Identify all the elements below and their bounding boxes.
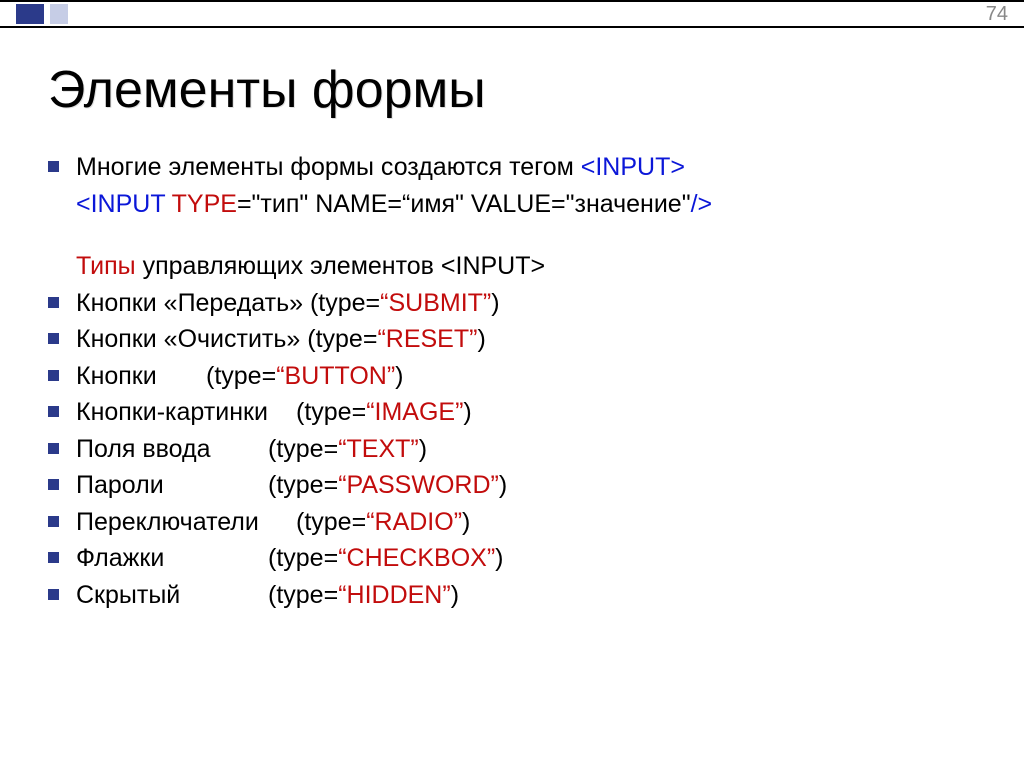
type-value: “SUBMIT” xyxy=(380,289,491,317)
accent-block-light xyxy=(50,4,68,24)
accent-block-dark xyxy=(16,4,44,24)
type-row-radio: Переключатели(type=“RADIO”) xyxy=(48,505,984,540)
type-value: “CHECKBOX” xyxy=(338,544,495,572)
section-label-pre: Типы xyxy=(76,252,136,280)
code-type-val: ="тип" xyxy=(237,190,315,218)
type-attr: (type= xyxy=(307,325,377,353)
type-label: Кнопки-картинки xyxy=(76,395,296,430)
section-heading: Типы управляющих элементов <INPUT> xyxy=(48,249,984,284)
slide-content: Элементы формы Многие элементы формы соз… xyxy=(48,60,984,614)
type-row-image: Кнопки-картинки(type=“IMAGE”) xyxy=(48,395,984,430)
page-number: 74 xyxy=(986,3,1008,26)
type-row-button: Кнопки(type=“BUTTON”) xyxy=(48,359,984,394)
type-close: ) xyxy=(477,325,485,353)
type-value: “RADIO” xyxy=(366,508,462,536)
input-tag: <INPUT> xyxy=(581,153,685,181)
type-attr: (type= xyxy=(268,435,338,463)
type-close: ) xyxy=(463,398,471,426)
type-attr: (type= xyxy=(296,508,366,536)
spacer-row xyxy=(48,223,984,247)
intro-text: Многие элементы формы создаются тегом xyxy=(76,153,581,181)
type-row-checkbox: Флажки(type=“CHECKBOX”) xyxy=(48,541,984,576)
type-attr: (type= xyxy=(296,398,366,426)
type-label: Флажки xyxy=(76,541,268,576)
type-label: Кнопки xyxy=(76,359,206,394)
type-close: ) xyxy=(462,508,470,536)
slide-topbar: 74 xyxy=(0,0,1024,28)
slide-title: Элементы формы xyxy=(48,60,984,120)
type-attr: (type= xyxy=(268,471,338,499)
type-close: ) xyxy=(495,544,503,572)
type-label: Кнопки «Очистить» xyxy=(76,325,307,353)
code-lt: < xyxy=(76,190,91,218)
section-label-post: управляющих элементов <INPUT> xyxy=(136,252,545,280)
intro-line-2: <INPUT TYPE="тип" NAME=“имя" VALUE="знач… xyxy=(48,187,984,222)
type-row-password: Пароли(type=“PASSWORD”) xyxy=(48,468,984,503)
code-input: INPUT xyxy=(91,190,172,218)
type-attr: (type= xyxy=(206,362,276,390)
type-row-text: Поля ввода(type=“TEXT”) xyxy=(48,432,984,467)
type-attr: (type= xyxy=(268,581,338,609)
type-value: “IMAGE” xyxy=(366,398,463,426)
type-value: “TEXT” xyxy=(338,435,419,463)
type-label: Кнопки «Передать» xyxy=(76,289,310,317)
type-label: Пароли xyxy=(76,468,268,503)
bullet-list: Многие элементы формы создаются тегом <I… xyxy=(48,150,984,612)
type-close: ) xyxy=(451,581,459,609)
type-close: ) xyxy=(491,289,499,317)
type-attr: (type= xyxy=(268,544,338,572)
type-label: Скрытый xyxy=(76,578,268,613)
type-row-reset: Кнопки «Очистить» (type=“RESET”) xyxy=(48,322,984,357)
code-type-attr: TYPE xyxy=(172,190,237,218)
code-name: NAME=“имя" xyxy=(315,190,471,218)
type-row-hidden: Скрытый(type=“HIDDEN”) xyxy=(48,578,984,613)
type-row-submit: Кнопки «Передать» (type=“SUBMIT”) xyxy=(48,286,984,321)
type-close: ) xyxy=(395,362,403,390)
type-label: Переключатели xyxy=(76,505,296,540)
intro-line-1: Многие элементы формы создаются тегом <I… xyxy=(48,150,984,185)
type-close: ) xyxy=(419,435,427,463)
type-value: “BUTTON” xyxy=(276,362,395,390)
type-value: “RESET” xyxy=(377,325,477,353)
type-close: ) xyxy=(499,471,507,499)
type-value: “HIDDEN” xyxy=(338,581,451,609)
type-label: Поля ввода xyxy=(76,432,268,467)
type-attr: (type= xyxy=(310,289,380,317)
code-close: /> xyxy=(691,190,713,218)
code-value: VALUE="значение" xyxy=(471,190,691,218)
type-value: “PASSWORD” xyxy=(338,471,499,499)
